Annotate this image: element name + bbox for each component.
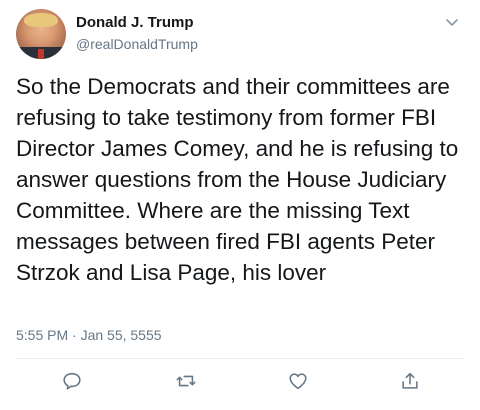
comment-icon	[61, 370, 83, 397]
tweet-text: So the Democrats and their committees ar…	[16, 74, 459, 285]
avatar[interactable]	[16, 9, 66, 59]
retweet-icon	[175, 370, 197, 397]
retweet-button[interactable]	[174, 371, 198, 395]
chevron-down-icon[interactable]	[444, 14, 460, 30]
heart-icon	[287, 370, 309, 397]
avatar-hair	[24, 13, 58, 27]
reply-button[interactable]	[60, 371, 84, 395]
author-handle[interactable]: @realDonaldTrump	[76, 36, 198, 52]
avatar-tie	[38, 49, 44, 59]
author-display-name[interactable]: Donald J. Trump	[76, 14, 194, 31]
share-icon	[399, 370, 421, 397]
divider	[16, 358, 464, 359]
like-button[interactable]	[286, 371, 310, 395]
tweet-card: Donald J. Trump @realDonaldTrump So the …	[0, 0, 480, 410]
share-button[interactable]	[398, 371, 422, 395]
tweet-timestamp[interactable]: 5:55 PM · Jan 55, 5555	[16, 327, 162, 343]
